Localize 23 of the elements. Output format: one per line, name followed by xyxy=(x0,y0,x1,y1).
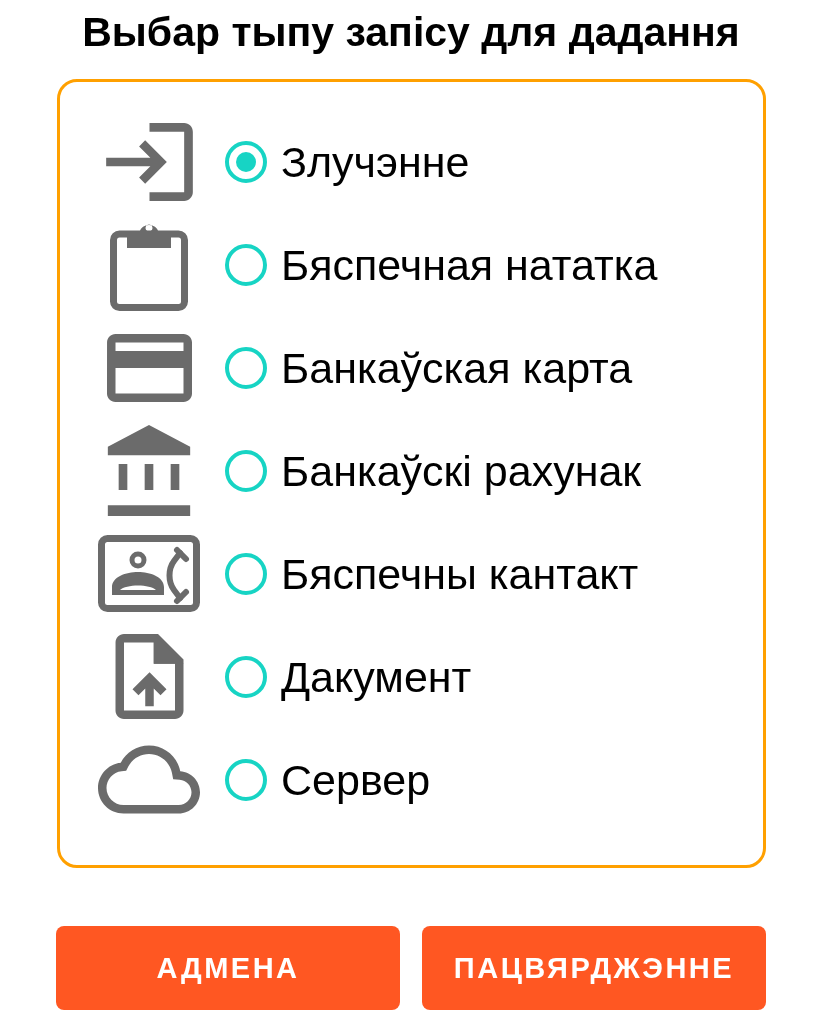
option-label: Банкаўскі рахунак xyxy=(281,445,642,497)
option-label: Бяспечная нататка xyxy=(281,239,658,291)
option-label: Злучэнне xyxy=(281,136,470,188)
arrow-into-bracket-icon xyxy=(105,122,193,201)
dialog-title: Выбар тыпу запісу для дадання xyxy=(82,8,740,57)
file-upload-icon xyxy=(112,634,186,719)
cloud-icon xyxy=(98,745,200,814)
option-label: Сервер xyxy=(281,754,431,806)
radio-button[interactable] xyxy=(225,243,267,286)
radio-button[interactable] xyxy=(225,758,267,801)
option-label: Банкаўская карта xyxy=(281,342,633,394)
contact-card-phone-icon xyxy=(98,535,200,612)
bank-building-icon xyxy=(106,425,192,516)
credit-card-icon xyxy=(106,332,192,403)
option-label: Дакумент xyxy=(281,651,472,703)
option-label: Бяспечны кантакт xyxy=(281,548,639,600)
radio-button[interactable] xyxy=(225,449,267,492)
radio-button[interactable] xyxy=(225,552,267,595)
radio-button[interactable] xyxy=(225,346,267,389)
confirm-button[interactable]: ПАЦВЯРДЖЭННЕ xyxy=(422,926,766,1010)
cancel-button[interactable]: АДМЕНА xyxy=(56,926,400,1010)
radio-button[interactable] xyxy=(225,140,267,183)
radio-button[interactable] xyxy=(225,655,267,698)
